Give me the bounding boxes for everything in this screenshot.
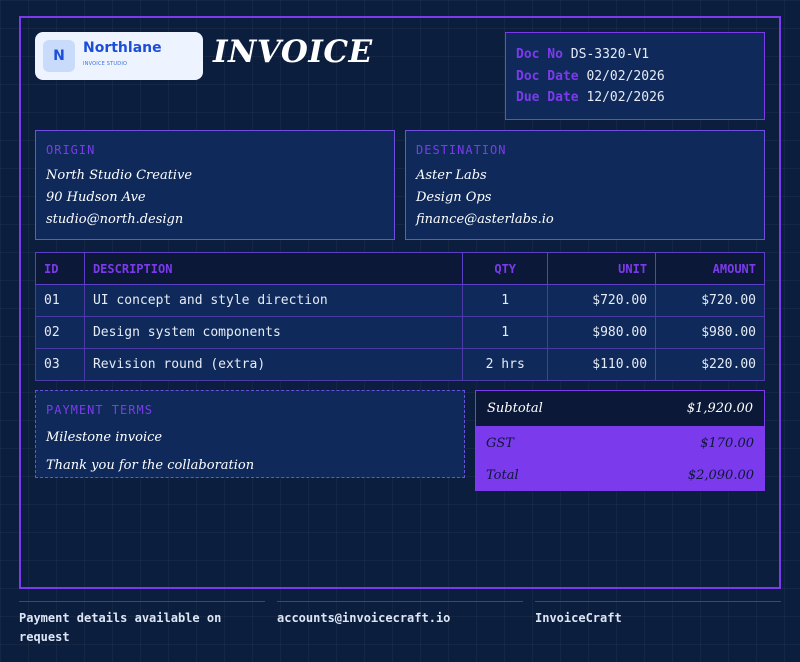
page-title: INVOICE	[213, 34, 373, 70]
table-row: 03 Revision round (extra) 2 hrs $110.00 …	[35, 348, 765, 381]
destination-email: finance@asterlabs.io	[416, 212, 554, 227]
gst-row: GST $170.00	[475, 427, 765, 459]
row-description: Revision round (extra)	[83, 348, 464, 381]
row-amount: $980.00	[655, 316, 765, 349]
doc-date-label: Doc Date	[516, 68, 579, 84]
header-unit: UNIT	[547, 252, 657, 285]
row-id: 03	[35, 348, 85, 381]
header-amount: AMOUNT	[655, 252, 765, 285]
table-header-row: ID DESCRIPTION QTY UNIT AMOUNT	[35, 252, 765, 285]
row-description: Design system components	[83, 316, 464, 349]
doc-no-value: DS-3320-V1	[570, 47, 650, 62]
row-amount: $720.00	[655, 284, 765, 317]
row-qty: 1	[462, 284, 549, 317]
gst-label: GST	[486, 435, 514, 451]
row-unit: $720.00	[547, 284, 657, 317]
table-row: 01 UI concept and style direction 1 $720…	[35, 284, 765, 317]
row-unit: $110.00	[547, 348, 657, 381]
total-label: Total	[486, 467, 519, 483]
logo-badge: N	[43, 40, 75, 72]
destination-label: DESTINATION	[416, 143, 507, 157]
subtotal-value: $1,920.00	[686, 401, 753, 416]
row-description: UI concept and style direction	[83, 284, 464, 317]
due-date-label: Due Date	[516, 90, 579, 105]
origin-address: 90 Hudson Ave	[46, 190, 146, 205]
gst-value: $170.00	[700, 435, 754, 451]
footer-payment-details: Payment details available on request	[19, 601, 265, 647]
total-row: Total $2,090.00	[475, 459, 765, 491]
header-id: ID	[35, 252, 85, 285]
header-description: DESCRIPTION	[83, 252, 464, 285]
footer-email: accounts@invoicecraft.io	[277, 601, 523, 628]
destination-department: Design Ops	[416, 190, 492, 205]
brand-logo: N Northlane INVOICE STUDIO	[35, 32, 203, 80]
destination-name: Aster Labs	[416, 168, 487, 183]
header-qty: QTY	[462, 252, 549, 285]
origin-label: ORIGIN	[46, 143, 96, 157]
doc-no-label: Doc No	[516, 47, 563, 62]
origin-name: North Studio Creative	[46, 168, 193, 183]
due-date-value: 12/02/2026	[586, 90, 665, 105]
row-amount: $220.00	[655, 348, 765, 381]
payment-terms-panel: PAYMENT TERMS Milestone invoice Thank yo…	[35, 390, 465, 478]
footer-company: InvoiceCraft	[535, 601, 781, 628]
doc-date-value: 02/02/2026	[586, 68, 665, 84]
payment-terms-label: PAYMENT TERMS	[46, 403, 153, 417]
row-unit: $980.00	[547, 316, 657, 349]
row-id: 02	[35, 316, 85, 349]
document-meta: Doc No DS-3320-V1 Doc Date 02/02/2026 Du…	[505, 32, 765, 120]
brand-tagline: INVOICE STUDIO	[83, 61, 128, 67]
origin-panel: ORIGIN North Studio Creative 90 Hudson A…	[35, 130, 395, 240]
origin-email: studio@north.design	[46, 212, 184, 227]
table-row: 02 Design system components 1 $980.00 $9…	[35, 316, 765, 349]
destination-panel: DESTINATION Aster Labs Design Ops financ…	[405, 130, 765, 240]
row-id: 01	[35, 284, 85, 317]
payment-terms-line: Milestone invoice	[46, 430, 163, 445]
totals-panel: Subtotal $1,920.00 GST $170.00 Total $2,…	[475, 390, 765, 491]
total-value: $2,090.00	[687, 467, 754, 483]
row-qty: 2 hrs	[462, 348, 549, 381]
thank-you-note: Thank you for the collaboration	[46, 458, 255, 473]
subtotal-row: Subtotal $1,920.00	[475, 390, 765, 427]
line-items-table: ID DESCRIPTION QTY UNIT AMOUNT 01 UI con…	[35, 252, 765, 381]
row-qty: 1	[462, 316, 549, 349]
brand-name: Northlane	[83, 40, 162, 56]
subtotal-label: Subtotal	[487, 401, 543, 416]
